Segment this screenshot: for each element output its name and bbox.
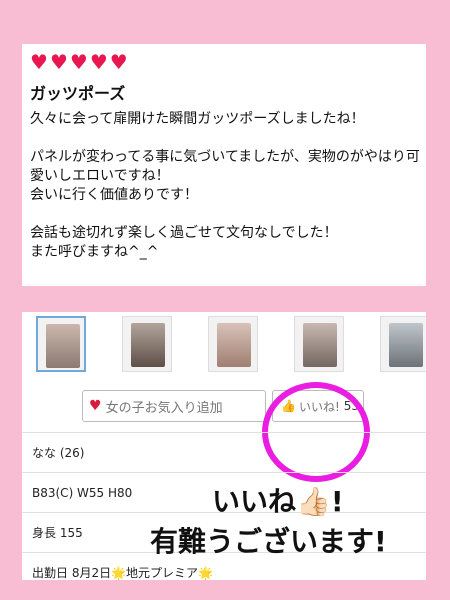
overlay-thanks-text: 有難うございます! bbox=[150, 525, 387, 558]
review-panel: ♥ ♥ ♥ ♥ ♥ ガッツポーズ 久々に会って扉開けた瞬間ガッツポーズしましたね… bbox=[22, 44, 426, 286]
heart-icon: ♥ bbox=[30, 50, 48, 74]
rating-hearts: ♥ ♥ ♥ ♥ ♥ bbox=[30, 52, 420, 72]
heart-icon: ♥ bbox=[69, 50, 88, 74]
review-title: ガッツポーズ bbox=[30, 84, 126, 103]
heart-icon: ♥ bbox=[109, 50, 128, 74]
thumbnail-photo-3[interactable] bbox=[208, 316, 258, 372]
overlay-like-text: いいね👍🏻! bbox=[212, 485, 344, 518]
heart-icon: ♥ bbox=[89, 50, 108, 74]
heart-icon: ♥ bbox=[49, 50, 68, 74]
profile-height: 身長 155 bbox=[32, 526, 83, 540]
profile-schedule: 出勤日 8月2日🌟地元プレミア🌟 bbox=[32, 566, 213, 580]
profile-measurements: B83(C) W55 H80 bbox=[32, 485, 133, 500]
thumbnail-photo-2[interactable] bbox=[122, 316, 172, 372]
heart-icon: ♥ bbox=[89, 398, 102, 414]
thumbnail-strip bbox=[22, 312, 426, 382]
thumbnail-photo-1[interactable] bbox=[36, 316, 86, 372]
thumbnail-photo-5[interactable] bbox=[380, 316, 426, 372]
review-body: 久々に会って扉開けた瞬間ガッツポーズしましたね！ パネルが変わってる事に気づいて… bbox=[30, 111, 420, 260]
add-favorite-label: 女の子お気入り追加 bbox=[105, 400, 223, 416]
profile-name-row: なな (26) bbox=[22, 432, 426, 472]
thumbnail-photo-4[interactable] bbox=[294, 316, 344, 372]
add-favorite-button[interactable]: ♥ 女の子お気入り追加 bbox=[82, 390, 266, 422]
profile-name: なな (26) bbox=[32, 446, 85, 460]
